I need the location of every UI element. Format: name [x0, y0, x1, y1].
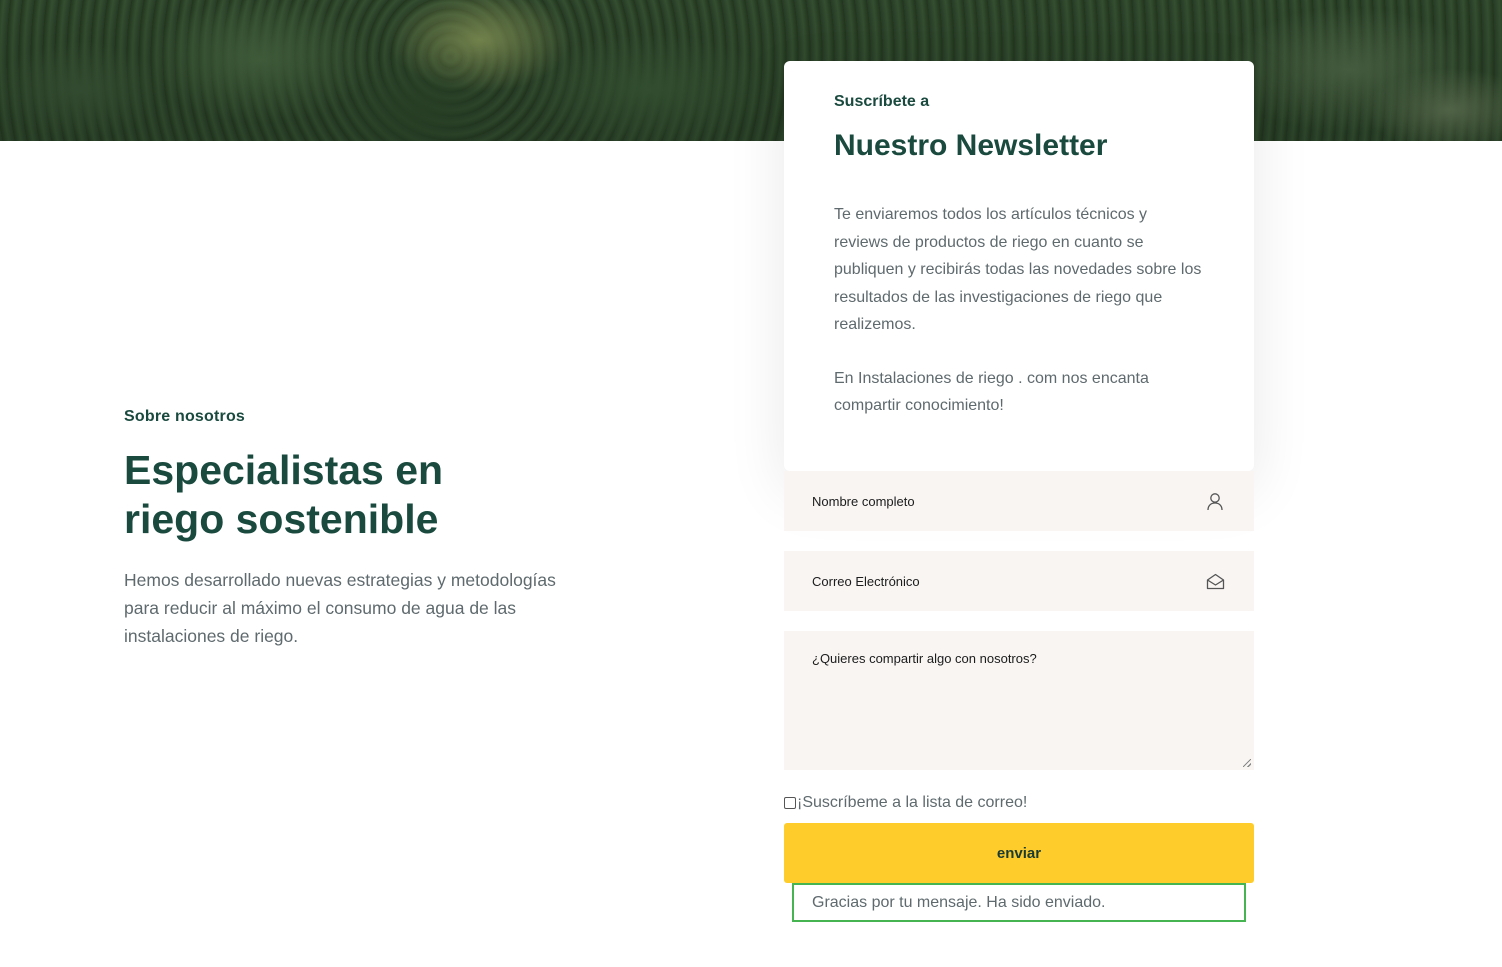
full-name-placeholder: Nombre completo: [812, 493, 915, 509]
subscribe-label: ¡Suscríbeme a la lista de correo!: [797, 794, 1028, 811]
page: Sobre nosotros Especialistas en riego so…: [0, 0, 1502, 967]
envelope-open-icon: [1204, 570, 1226, 592]
email-placeholder: Correo Electrónico: [812, 573, 920, 589]
user-icon: [1204, 490, 1226, 512]
about-title-line1: Especialistas en: [124, 447, 444, 493]
about-title: Especialistas en riego sostenible: [124, 446, 584, 544]
newsletter-paragraph-1: Te enviaremos todos los artículos técnic…: [834, 206, 1202, 333]
about-text: Hemos desarrollado nuevas estrategias y …: [124, 570, 556, 646]
message-placeholder: ¿Quieres compartir algo con nosotros?: [812, 651, 1037, 666]
hero-forest-image: [0, 0, 1502, 141]
full-name-field[interactable]: Nombre completo: [784, 471, 1254, 531]
about-kicker: Sobre nosotros: [124, 408, 246, 425]
subscribe-checkbox-row[interactable]: ¡Suscríbeme a la lista de correo!: [784, 793, 1027, 813]
newsletter-card: Suscríbete a Nuestro Newsletter Te envia…: [784, 61, 1254, 471]
success-message: Gracias por tu mensaje. Ha sido enviado.: [792, 883, 1246, 922]
newsletter-kicker: Suscríbete a: [834, 93, 930, 110]
textarea-resize-handle[interactable]: [1243, 759, 1251, 767]
about-title-line2: riego sostenible: [124, 496, 439, 542]
newsletter-paragraph-2: En Instalaciones de riego . com nos enca…: [834, 369, 1149, 415]
email-field[interactable]: Correo Electrónico: [784, 551, 1254, 611]
about-section: Sobre nosotros Especialistas en riego so…: [124, 408, 584, 650]
submit-button[interactable]: enviar: [784, 823, 1254, 883]
message-textarea[interactable]: ¿Quieres compartir algo con nosotros?: [784, 631, 1254, 770]
newsletter-title: Nuestro Newsletter: [834, 129, 1108, 162]
subscribe-checkbox[interactable]: [784, 797, 796, 809]
